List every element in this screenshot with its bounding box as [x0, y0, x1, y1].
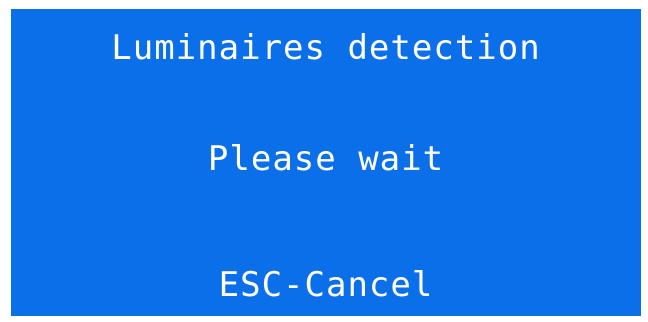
- cancel-hint: ESC-Cancel: [218, 265, 434, 305]
- lcd-screen: Luminaires detection Please wait ESC-Can…: [11, 9, 641, 316]
- screen-title: Luminaires detection: [111, 28, 541, 68]
- status-message: Please wait: [207, 139, 445, 179]
